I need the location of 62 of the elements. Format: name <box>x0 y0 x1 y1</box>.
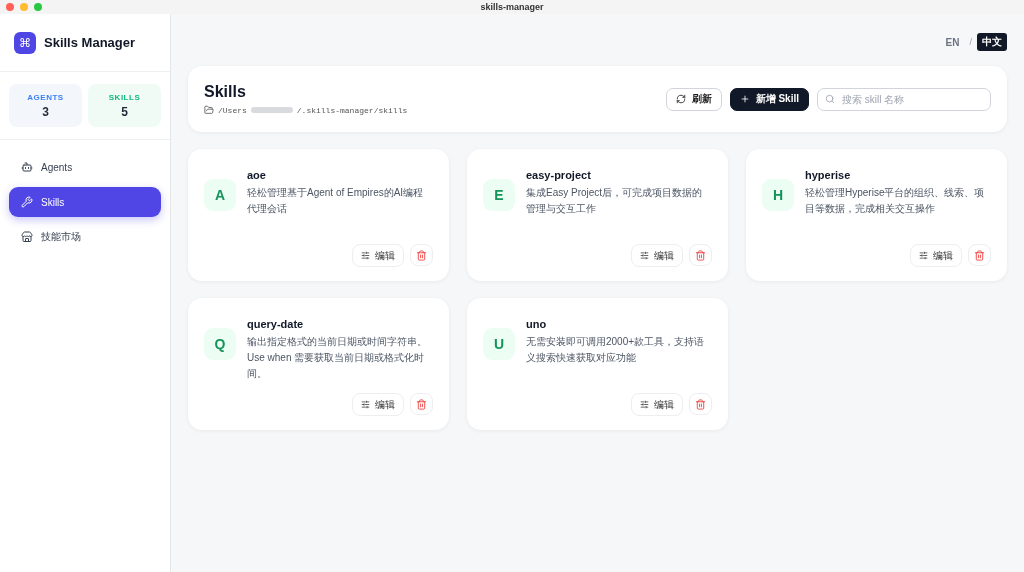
edit-button[interactable]: 编辑 <box>352 393 404 416</box>
trash-icon <box>695 249 706 261</box>
skill-name: uno <box>526 318 548 330</box>
page-title: Skills <box>204 83 247 101</box>
path-text: /.skills-manager/skills <box>296 105 408 115</box>
sidebar-item[interactable]: Agents <box>9 152 161 182</box>
edit-button[interactable]: 编辑 <box>631 244 683 267</box>
edit-button[interactable]: 编辑 <box>631 393 683 416</box>
skill-description: 轻松管理基于Agent of Empires的AI编程代理会话 <box>247 186 425 216</box>
wrench-icon <box>21 196 33 208</box>
skill-name: aoe <box>247 169 267 181</box>
plus-icon <box>739 94 750 104</box>
app-logo-icon: ⌘ <box>14 31 36 54</box>
skill-initial: H <box>762 179 794 211</box>
stat-value: 5 <box>121 104 128 119</box>
sliders-icon <box>361 251 370 260</box>
skill-initial: A <box>204 179 236 211</box>
sliders-icon <box>640 251 649 260</box>
delete-button[interactable] <box>689 244 712 266</box>
skill-description: 输出指定格式的当前日期或时间字符串。Use when 需要获取当前日期或格式化时间。 <box>247 335 428 381</box>
skill-description: 无需安装即可调用2000+款工具，支持语义搜索快速获取对应功能 <box>526 335 706 365</box>
window-title: skills-manager <box>480 2 544 12</box>
sidebar-item[interactable]: 技能市场 <box>9 222 161 252</box>
skill-name: easy-project <box>526 169 592 181</box>
blurred-text <box>250 107 293 113</box>
sliders-icon <box>919 251 928 260</box>
store-icon <box>21 231 33 243</box>
folder-icon <box>204 105 214 115</box>
sliders-icon <box>640 400 649 409</box>
language-option[interactable]: EN <box>940 34 965 50</box>
sidebar-item[interactable]: Skills <box>9 187 161 217</box>
stat-value: 3 <box>42 104 49 119</box>
app-name: Skills Manager <box>44 35 136 50</box>
refresh-icon <box>675 94 686 104</box>
trash-icon <box>416 249 427 261</box>
edit-button[interactable]: 编辑 <box>352 244 404 267</box>
skill-description: 轻松管理Hyperise平台的组织、线索、项目等数据，完成相关交互操作 <box>805 186 986 216</box>
separator-text: / <box>969 37 972 47</box>
stat-label: SKILLS <box>108 92 141 102</box>
skill-name: query-date <box>247 318 305 330</box>
search-icon <box>825 93 835 104</box>
skill-name: hyperise <box>805 169 852 181</box>
sliders-icon <box>361 400 370 409</box>
delete-button[interactable] <box>689 393 712 415</box>
trash-icon <box>974 249 985 261</box>
add-skill-button[interactable]: 新增 Skill <box>729 87 809 111</box>
refresh-button[interactable]: 刷新 <box>665 87 722 111</box>
edit-button[interactable]: 编辑 <box>910 244 962 267</box>
delete-button[interactable] <box>410 393 433 415</box>
stat-label: AGENTS <box>27 92 64 102</box>
delete-button[interactable] <box>968 244 991 266</box>
skill-description: 集成Easy Project后，可完成项目数据的管理与交互工作 <box>526 186 704 216</box>
search-field[interactable]: 搜索 skill 名称 <box>817 87 991 111</box>
robot-icon <box>21 161 33 173</box>
trash-icon <box>416 398 427 410</box>
path-text: /Users <box>218 105 247 115</box>
skill-initial: E <box>483 179 515 211</box>
skill-initial: U <box>483 328 515 360</box>
trash-icon <box>695 398 706 410</box>
delete-button[interactable] <box>410 244 433 266</box>
skill-initial: Q <box>204 328 236 360</box>
language-option[interactable]: 中文 <box>977 33 1007 51</box>
